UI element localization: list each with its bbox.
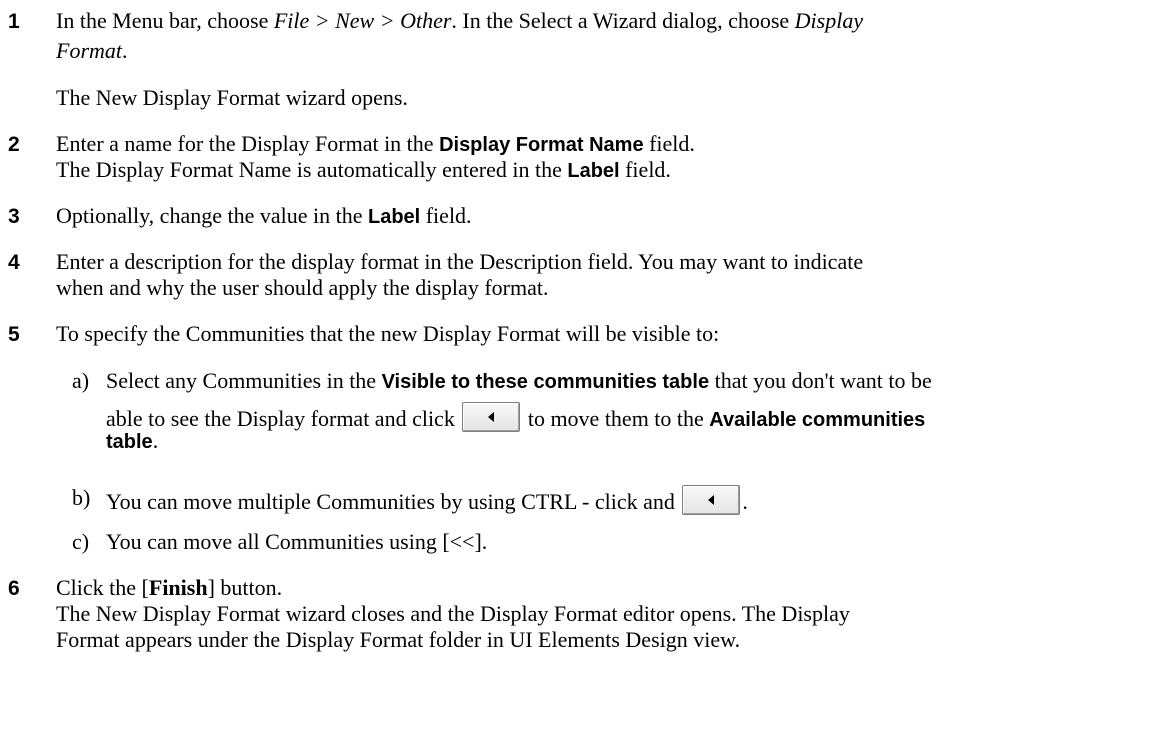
table-name: table: [106, 431, 153, 453]
text: Select any Communities in the: [106, 368, 382, 393]
text: able to see the Display format and click: [106, 406, 461, 431]
step-result: The New Display Format wizard opens.: [56, 85, 408, 110]
text: field.: [619, 157, 671, 182]
left-arrow-icon: [708, 495, 715, 505]
text: You can move multiple Communities by usi…: [106, 489, 681, 514]
text: .: [122, 38, 128, 63]
sub-letter: a): [72, 368, 90, 393]
move-left-button-icon: [682, 485, 741, 515]
step-number: 6: [8, 577, 20, 600]
step-result-cont: Format appears under the Display Format …: [56, 627, 741, 652]
step-result: The New Display Format wizard closes and…: [56, 601, 850, 626]
substep-a-text-cont2: table.: [106, 428, 158, 455]
table-name: Visible to these communities table: [381, 371, 710, 393]
step-text: Click the [Finish] button.: [56, 575, 282, 601]
step-text-cont: The Display Format Name is automatically…: [56, 157, 671, 184]
left-arrow-icon: [488, 412, 495, 422]
sub-letter: c): [72, 529, 90, 554]
step-text: Enter a description for the display form…: [56, 249, 864, 274]
text: ] button.: [207, 575, 283, 600]
step-number: 4: [8, 251, 20, 274]
step-text: In the Menu bar, choose File > New > Oth…: [56, 8, 863, 34]
table-name: Available communities: [709, 409, 926, 431]
text: Click the [: [56, 575, 149, 600]
step-text-cont: when and why the user should apply the d…: [56, 275, 549, 300]
text: . In the Select a Wizard dialog, choose: [451, 8, 795, 33]
text: field.: [420, 203, 472, 228]
substep-c-text: You can move all Communities using [<<].: [106, 529, 488, 554]
step-number: 1: [8, 10, 20, 33]
step-number: 2: [8, 133, 20, 156]
substep-a-text: Select any Communities in the Visible to…: [106, 368, 932, 395]
sub-letter: b): [72, 485, 91, 510]
menu-path: File > New > Other: [273, 8, 452, 33]
text: In the Menu bar, choose: [56, 8, 274, 33]
text: to move them to the: [522, 406, 710, 431]
field-name: Display Format Name: [439, 134, 644, 156]
text: that you don't want to be: [709, 368, 932, 393]
step-number: 3: [8, 205, 20, 228]
substep-b-text: You can move multiple Communities by usi…: [106, 485, 748, 515]
wizard-name: Format: [56, 38, 122, 63]
text: field.: [643, 131, 695, 156]
text: Enter a name for the Display Format in t…: [56, 131, 440, 156]
button-name: Finish: [148, 575, 208, 600]
move-left-button-icon: [462, 402, 521, 432]
text: .: [152, 428, 159, 453]
step-text: To specify the Communities that the new …: [56, 321, 720, 346]
step-number: 5: [8, 323, 20, 346]
step-text: Enter a name for the Display Format in t…: [56, 131, 695, 158]
substep-a-text-cont: able to see the Display format and click…: [106, 402, 925, 433]
step-text: Optionally, change the value in the Labe…: [56, 203, 472, 230]
text: .: [742, 489, 748, 514]
field-name: Label: [567, 160, 620, 182]
step-text-cont: Format.: [56, 38, 128, 64]
wizard-name: Display: [794, 8, 864, 33]
text: Optionally, change the value in the: [56, 203, 368, 228]
field-name: Label: [367, 206, 421, 228]
text: The Display Format Name is automatically…: [56, 157, 568, 182]
